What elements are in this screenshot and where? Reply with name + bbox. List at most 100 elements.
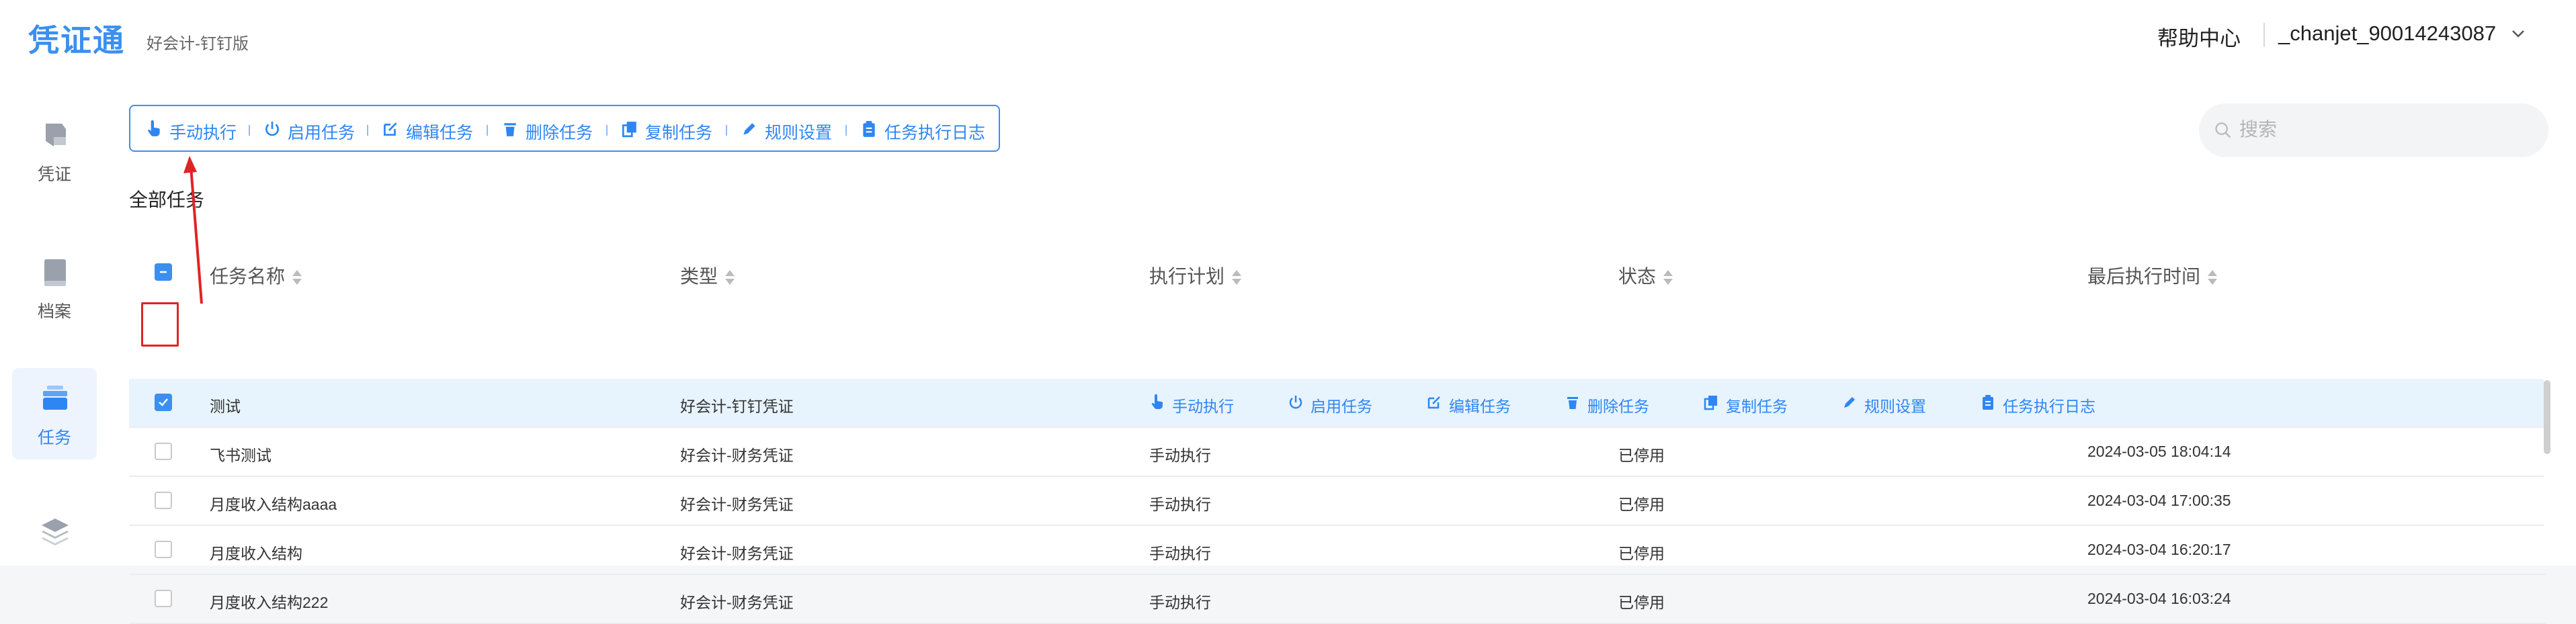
- row-checkbox[interactable]: [155, 541, 172, 558]
- cell-type: 好会计-财务凭证: [680, 545, 794, 562]
- edit-icon: [1427, 396, 1440, 409]
- trash-icon: [504, 123, 516, 136]
- cell-schedule: 手动执行: [1149, 447, 1211, 464]
- sidebar-item-label: 档案: [37, 302, 71, 321]
- copy-icon: [622, 122, 636, 138]
- column-header-type[interactable]: 类型: [680, 262, 735, 289]
- sidebar-item-label: 任务: [37, 429, 71, 447]
- select-all-checkbox[interactable]: [155, 263, 172, 281]
- cell-type: 好会计-财务凭证: [680, 496, 794, 513]
- column-header-label: 任务名称: [210, 266, 286, 287]
- user-account-menu[interactable]: _chanjet_90014243087: [2278, 21, 2496, 46]
- hand-pointer-icon: [1151, 394, 1163, 409]
- table-row[interactable]: 月度收入结构aaaa 好会计-财务凭证 手动执行 已停用 2024-03-04 …: [129, 477, 2546, 526]
- clipboard-icon: [863, 121, 875, 137]
- search-input[interactable]: [2239, 114, 2528, 145]
- toolbar-divider: [845, 125, 847, 136]
- check-icon: [159, 398, 168, 406]
- sidebar-item-layers[interactable]: [12, 501, 97, 592]
- row-checkbox[interactable]: [155, 394, 172, 411]
- cell-status: 已停用: [1618, 496, 1665, 513]
- minus-icon: [160, 271, 167, 273]
- top-header: 凭证通 好会计-钉钉版 帮助中心 _chanjet_90014243087: [0, 0, 2576, 71]
- search-box: [2199, 103, 2548, 157]
- toolbar-task-log-button[interactable]: 任务执行日志: [860, 118, 988, 142]
- row-action-label: 任务执行日志: [2003, 398, 2095, 415]
- task-icon: [43, 386, 67, 410]
- toolbar-manual-run-button[interactable]: 手动执行: [145, 118, 246, 142]
- toolbar-button-label: 任务执行日志: [884, 124, 986, 142]
- help-center-link[interactable]: 帮助中心: [2157, 21, 2241, 52]
- sort-icon[interactable]: [2207, 269, 2218, 287]
- toolbar-divider: [249, 125, 250, 136]
- toolbar-button-label: 启用任务: [288, 124, 356, 142]
- table-header: 任务名称 类型 执行计划 状态 最后执行时间: [129, 238, 2546, 305]
- header-divider: [2263, 23, 2265, 47]
- toolbar-button-label: 删除任务: [526, 124, 593, 142]
- table-row[interactable]: 月度收入结构 好会计-财务凭证 手动执行 已停用 2024-03-04 16:2…: [129, 526, 2546, 575]
- sort-icon[interactable]: [1231, 269, 1242, 287]
- cell-task-name[interactable]: 月度收入结构aaaa: [210, 492, 337, 515]
- column-header-task-name[interactable]: 任务名称: [210, 262, 302, 289]
- cell-schedule: 手动执行: [1149, 545, 1211, 562]
- cell-task-name[interactable]: 测试: [210, 394, 241, 416]
- pencil-icon: [743, 123, 755, 135]
- row-checkbox[interactable]: [155, 590, 172, 607]
- sidebar-item-label: 凭证: [37, 165, 71, 184]
- cell-task-name[interactable]: 月度收入结构222: [210, 590, 328, 613]
- toolbar-edit-task-button[interactable]: 编辑任务: [382, 118, 483, 142]
- cell-status: 已停用: [1618, 545, 1665, 562]
- sidebar-item-task[interactable]: 任务: [12, 368, 97, 459]
- row-action-label: 启用任务: [1311, 398, 1372, 415]
- toolbar-button-label: 复制任务: [645, 124, 713, 142]
- cell-schedule: 手动执行: [1149, 496, 1211, 513]
- toolbar-copy-task-button[interactable]: 复制任务: [621, 118, 722, 142]
- column-header-status[interactable]: 状态: [1618, 262, 1673, 289]
- toolbar-rule-settings-button[interactable]: 规则设置: [741, 118, 841, 142]
- main-content: 手动执行 启用任务 编辑任务 删除任务 复制任务 规则设置 任务执行日志 搜索 …: [108, 71, 2576, 624]
- sidebar-item-voucher[interactable]: 凭证: [12, 105, 97, 196]
- vertical-scrollbar[interactable]: [2544, 293, 2550, 566]
- sort-icon[interactable]: [724, 269, 735, 287]
- sidebar-item-archive[interactable]: 档案: [12, 242, 97, 333]
- search-icon: [2215, 122, 2231, 138]
- row-action-label: 规则设置: [1864, 398, 1926, 415]
- hand-pointer-icon: [148, 120, 160, 136]
- cell-schedule: 手动执行: [1149, 594, 1211, 611]
- table-row[interactable]: 飞书测试 好会计-财务凭证 手动执行 已停用 2024-03-05 18:04:…: [129, 428, 2546, 477]
- cell-status: 已停用: [1618, 594, 1665, 611]
- row-checkbox[interactable]: [155, 492, 172, 509]
- pencil-icon: [1844, 397, 1855, 408]
- row-action-label: 复制任务: [1726, 398, 1788, 415]
- cell-last-run: 2024-03-04 16:03:24: [2087, 590, 2231, 607]
- sort-icon[interactable]: [292, 269, 302, 287]
- scrollbar-thumb[interactable]: [2544, 380, 2550, 454]
- chevron-down-icon[interactable]: [2510, 26, 2526, 42]
- voucher-icon: [46, 124, 66, 146]
- app-logo[interactable]: 凭证通: [28, 16, 125, 60]
- sort-icon[interactable]: [1663, 269, 1673, 287]
- annotation-highlight-box: [141, 302, 179, 347]
- column-header-last-run[interactable]: 最后执行时间: [2087, 262, 2218, 289]
- row-checkbox[interactable]: [155, 443, 172, 460]
- cell-task-name[interactable]: 飞书测试: [210, 443, 272, 465]
- row-action-label: 手动执行: [1172, 398, 1234, 415]
- column-header-schedule[interactable]: 执行计划: [1149, 262, 1242, 289]
- column-header-label: 执行计划: [1149, 266, 1225, 287]
- cell-task-name[interactable]: 月度收入结构: [210, 541, 302, 564]
- table-row[interactable]: 测试 好会计-钉钉凭证 手动执行 启用任务 编辑任务 删除任务 复制任务 规则设…: [129, 379, 2546, 428]
- toolbar-delete-task-button[interactable]: 删除任务: [501, 118, 602, 142]
- cell-last-run: 2024-03-05 18:04:14: [2087, 443, 2231, 460]
- cell-status: 已停用: [1618, 447, 1665, 464]
- column-header-label: 类型: [680, 266, 718, 287]
- toolbar-enable-task-button[interactable]: 启用任务: [263, 118, 364, 142]
- book-icon: [44, 259, 66, 286]
- table-row[interactable]: 月度收入结构222 好会计-财务凭证 手动执行 已停用 2024-03-04 1…: [129, 575, 2546, 624]
- sidebar: 凭证 档案 任务: [0, 71, 108, 566]
- column-header-label: 状态: [1618, 266, 1657, 287]
- cell-last-run: 2024-03-04 17:00:35: [2087, 492, 2231, 509]
- toolbar-button-label: 编辑任务: [406, 124, 474, 142]
- clipboard-icon: [1983, 395, 1993, 410]
- toolbar-button-label: 手动执行: [169, 124, 237, 142]
- trash-icon: [1567, 397, 1578, 409]
